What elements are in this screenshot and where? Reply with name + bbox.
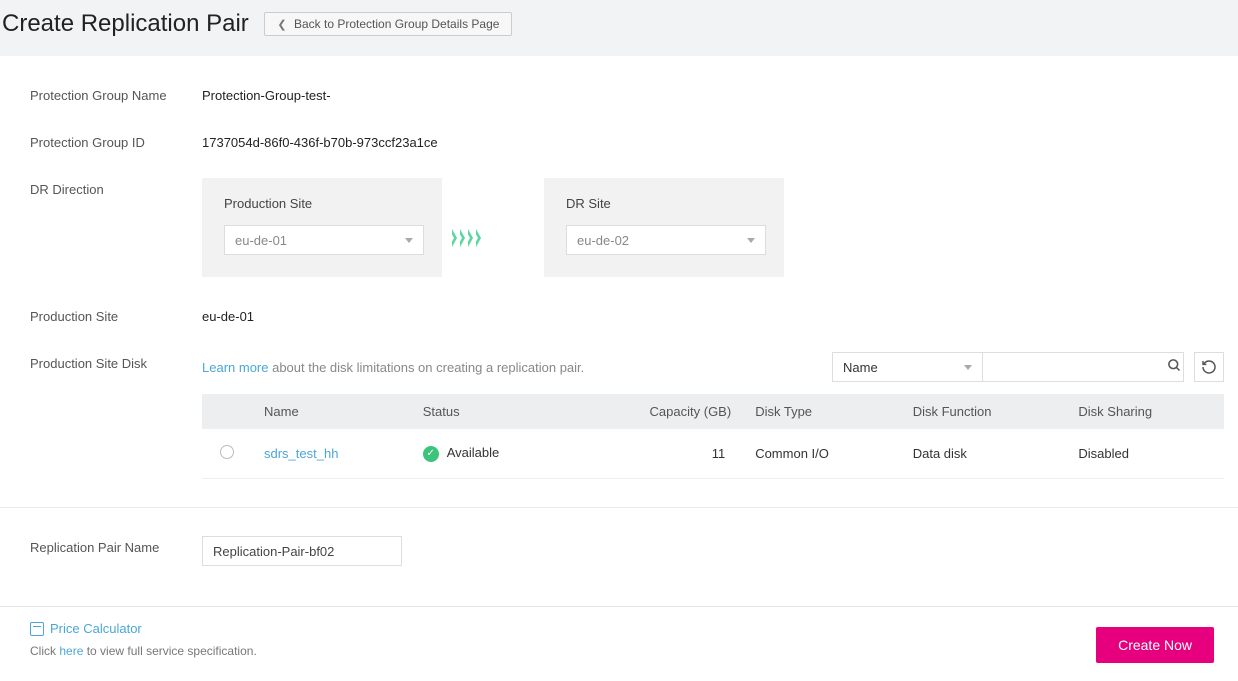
label-replication-pair-name: Replication Pair Name: [30, 536, 202, 555]
caret-down-icon: [964, 365, 972, 370]
caret-down-icon: [405, 238, 413, 243]
disk-table: Name Status Capacity (GB) Disk Type Disk…: [202, 394, 1224, 479]
col-disk-sharing: Disk Sharing: [1066, 394, 1224, 429]
page-header: Create Replication Pair ❮ Back to Protec…: [0, 0, 1238, 56]
disk-limitation-text: Learn more about the disk limitations on…: [202, 360, 584, 375]
create-now-button[interactable]: Create Now: [1096, 627, 1214, 663]
dr-site-box-label: DR Site: [566, 196, 762, 211]
back-button-label: Back to Protection Group Details Page: [294, 17, 499, 31]
price-calculator-link[interactable]: Price Calculator: [30, 621, 142, 636]
learn-more-rest: about the disk limitations on creating a…: [268, 360, 584, 375]
footer-bar: Price Calculator Click here to view full…: [0, 606, 1238, 681]
col-name: Name: [252, 394, 411, 429]
chevron-left-icon: ❮: [277, 19, 286, 31]
dr-site-select-value: eu-de-02: [577, 233, 629, 248]
search-filter: Name: [832, 352, 1184, 382]
status-available-icon: ✓: [423, 446, 439, 462]
label-protection-group-id: Protection Group ID: [30, 131, 202, 150]
table-row[interactable]: sdrs_test_hh ✓ Available 11 Common I/O Da…: [202, 429, 1224, 479]
value-production-site: eu-de-01: [202, 305, 254, 324]
form-content: Protection Group Name Protection-Group-t…: [0, 56, 1238, 566]
disk-status: Available: [447, 445, 500, 460]
disk-capacity: 11: [573, 429, 743, 479]
search-input[interactable]: [991, 360, 1167, 375]
dr-site-select[interactable]: eu-de-02: [566, 225, 766, 255]
refresh-button[interactable]: [1194, 352, 1224, 382]
production-site-box-label: Production Site: [224, 196, 420, 211]
spec-text: Click here to view full service specific…: [30, 644, 257, 658]
search-by-select[interactable]: Name: [833, 353, 983, 381]
disk-name-link[interactable]: sdrs_test_hh: [264, 446, 338, 461]
page-title: Create Replication Pair: [2, 10, 249, 38]
dr-direction-boxes: Production Site eu-de-01 DR Site eu-de-0…: [202, 178, 784, 277]
label-dr-direction: DR Direction: [30, 178, 202, 197]
calculator-icon: [30, 622, 44, 636]
spec-here-link[interactable]: here: [59, 644, 83, 658]
production-site-box: Production Site eu-de-01: [202, 178, 442, 277]
col-disk-function: Disk Function: [901, 394, 1067, 429]
learn-more-link[interactable]: Learn more: [202, 360, 268, 375]
disk-sharing: Disabled: [1066, 429, 1224, 479]
value-protection-group-id: 1737054d-86f0-436f-b70b-973ccf23a1ce: [202, 131, 438, 150]
col-disk-type: Disk Type: [743, 394, 901, 429]
col-capacity: Capacity (GB): [573, 394, 743, 429]
disk-function: Data disk: [901, 429, 1067, 479]
search-by-value: Name: [843, 360, 878, 375]
replication-pair-name-input[interactable]: [202, 536, 402, 566]
price-calculator-label: Price Calculator: [50, 621, 142, 636]
search-icon[interactable]: [1167, 358, 1182, 376]
disk-type: Common I/O: [743, 429, 901, 479]
label-production-site-disk: Production Site Disk: [30, 352, 202, 371]
label-production-site: Production Site: [30, 305, 202, 324]
dr-site-box: DR Site eu-de-02: [544, 178, 784, 277]
label-protection-group-name: Protection Group Name: [30, 84, 202, 103]
production-site-select[interactable]: eu-de-01: [224, 225, 424, 255]
value-protection-group-name: Protection-Group-test-: [202, 84, 331, 103]
divider: [0, 507, 1238, 508]
row-radio[interactable]: [220, 445, 234, 459]
direction-arrows-icon: [452, 229, 484, 247]
caret-down-icon: [747, 238, 755, 243]
col-status: Status: [411, 394, 573, 429]
back-button[interactable]: ❮ Back to Protection Group Details Page: [264, 12, 512, 36]
production-site-select-value: eu-de-01: [235, 233, 287, 248]
